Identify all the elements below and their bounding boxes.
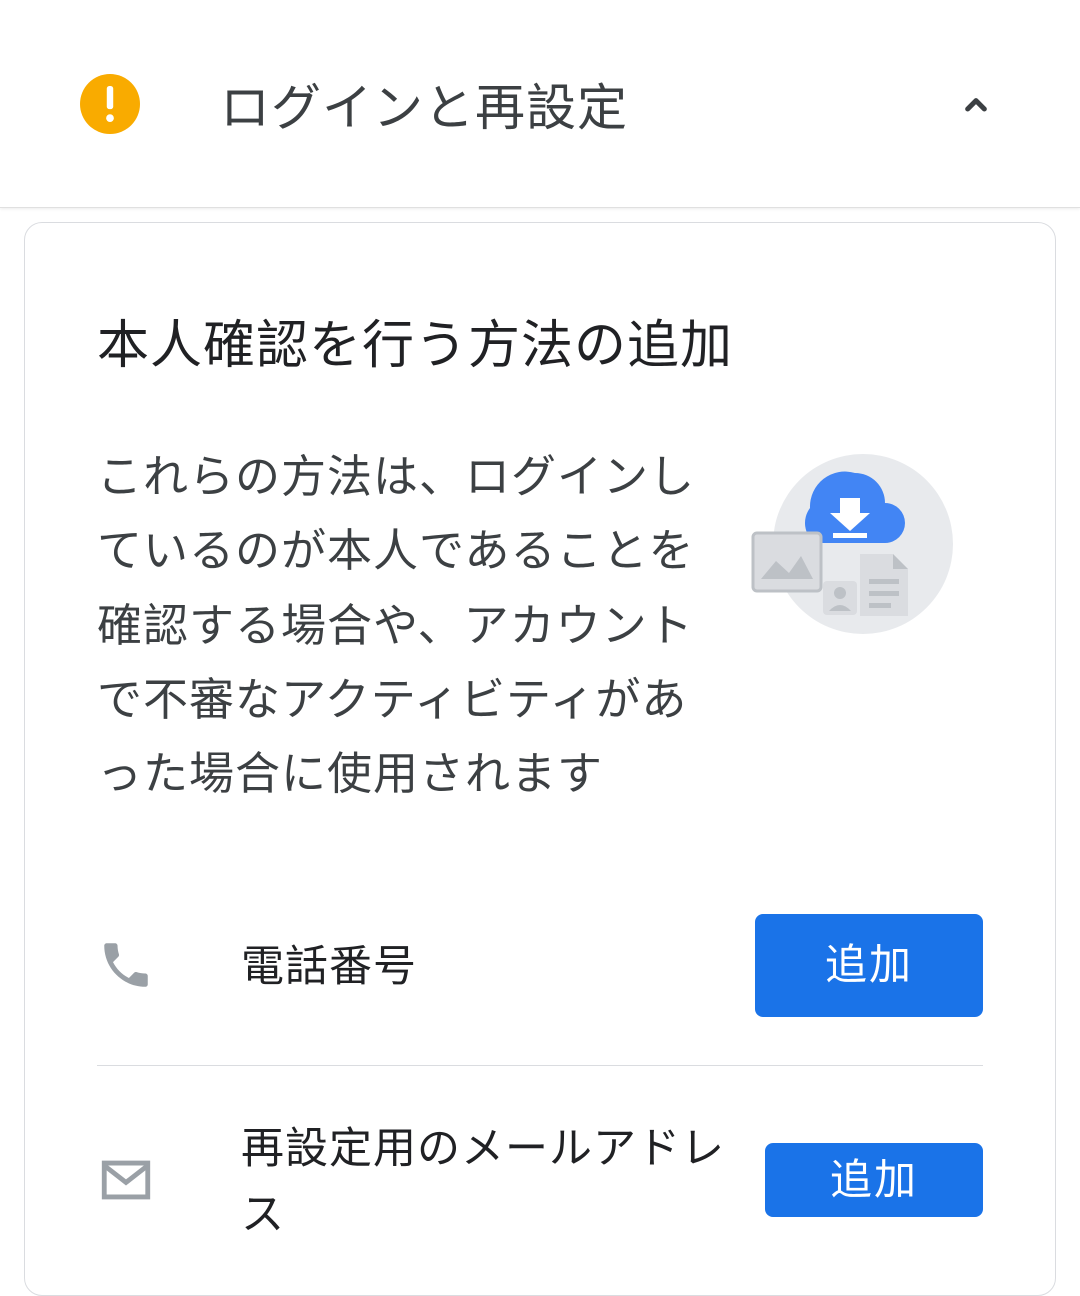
option-row-email: 再設定用のメールアドレス 追加 bbox=[97, 1065, 983, 1295]
picture-icon bbox=[751, 531, 823, 593]
phone-icon bbox=[97, 936, 161, 994]
add-phone-button[interactable]: 追加 bbox=[755, 914, 983, 1016]
verification-illustration bbox=[743, 449, 983, 649]
section-title: ログインと再設定 bbox=[220, 68, 628, 140]
option-row-phone: 電話番号 追加 bbox=[97, 866, 983, 1064]
card-title: 本人確認を行う方法の追加 bbox=[97, 303, 983, 379]
card-body: これらの方法は、ログインしているのが本人であることを確認する場合や、アカウントで… bbox=[97, 439, 983, 810]
email-label: 再設定用のメールアドレス bbox=[241, 1114, 765, 1247]
mail-icon bbox=[97, 1151, 161, 1209]
verification-card: 本人確認を行う方法の追加 これらの方法は、ログインしているのが本人であることを確… bbox=[24, 222, 1056, 1296]
document-icon bbox=[855, 549, 913, 621]
chevron-up-icon[interactable] bbox=[952, 80, 1000, 128]
add-email-button[interactable]: 追加 bbox=[765, 1143, 983, 1217]
section-header[interactable]: ログインと再設定 bbox=[0, 0, 1080, 208]
card-description: これらの方法は、ログインしているのが本人であることを確認する場合や、アカウントで… bbox=[97, 439, 713, 810]
person-card-icon bbox=[821, 579, 859, 617]
phone-label: 電話番号 bbox=[241, 932, 755, 999]
warning-icon bbox=[80, 74, 140, 134]
